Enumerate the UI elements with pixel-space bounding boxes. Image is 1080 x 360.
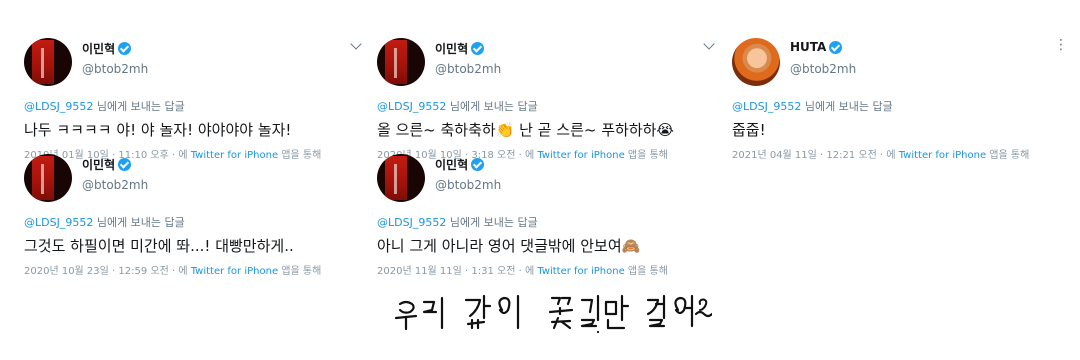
timestamp[interactable]: 2020년 11월 11일 · 1:31 오전 · 에	[377, 266, 537, 277]
tweet-header: 이민혁 @btob2mh	[24, 154, 364, 210]
avatar[interactable]	[24, 154, 72, 202]
tweet-text: 나두 ㅋㅋㅋㅋ 야! 야 놀자! 야야야야 놀자!	[24, 121, 292, 139]
handle[interactable]: @btob2mh	[790, 62, 856, 76]
verified-icon	[118, 42, 132, 55]
display-name[interactable]: HUTA	[790, 40, 826, 54]
reply-context: @LDSJ_9552 님에게 보내는 답글	[24, 214, 364, 230]
display-name[interactable]: 이민혁	[435, 156, 468, 173]
chevron-down-icon[interactable]	[703, 38, 715, 50]
tweet-meta: 2021년 04월 11일 · 12:21 오전 · 에 Twitter for…	[732, 146, 1072, 161]
source-suffix: 앱을 통해	[624, 266, 668, 277]
display-name-row[interactable]: 이민혁	[82, 40, 132, 57]
handle[interactable]: @btob2mh	[435, 178, 501, 192]
reply-context: @LDSJ_9552 님에게 보내는 답글	[377, 214, 717, 230]
avatar[interactable]	[24, 38, 72, 86]
avatar[interactable]	[377, 38, 425, 86]
tweet-header: 이민혁 @btob2mh	[377, 38, 717, 94]
source-link[interactable]: Twitter for iPhone	[191, 266, 278, 277]
display-name[interactable]: 이민혁	[82, 40, 115, 57]
display-name[interactable]: 이민혁	[82, 156, 115, 173]
tweet-header: 이민혁 @btob2mh	[24, 38, 364, 94]
chevron-down-icon[interactable]	[350, 38, 362, 50]
display-name-row[interactable]: HUTA	[790, 40, 843, 54]
avatar[interactable]	[377, 154, 425, 202]
tweet-card: 이민혁 @btob2mh @LDSJ_9552 님에게 보내는 답글 그것도 하…	[24, 154, 364, 277]
reply-mention[interactable]: @LDSJ_9552	[24, 216, 93, 229]
tweet-text: 올 으른~ 축하축하👏 난 곧 스른~ 푸하하하😭	[377, 121, 674, 139]
display-name-row[interactable]: 이민혁	[82, 156, 132, 173]
reply-suffix: 님에게 보내는 답글	[93, 100, 185, 113]
tweet-meta: 2020년 10월 23일 · 12:59 오전 · 에 Twitter for…	[24, 262, 364, 277]
source-link[interactable]: Twitter for iPhone	[537, 266, 624, 277]
handwritten-signature	[392, 290, 714, 340]
reply-context: @LDSJ_9552 님에게 보내는 답글	[24, 98, 364, 114]
reply-mention[interactable]: @LDSJ_9552	[377, 100, 446, 113]
reply-mention[interactable]: @LDSJ_9552	[732, 100, 801, 113]
reply-context: @LDSJ_9552 님에게 보내는 답글	[732, 98, 1072, 114]
avatar[interactable]	[732, 38, 780, 86]
timestamp[interactable]: 2020년 10월 23일 · 12:59 오전 · 에	[24, 266, 191, 277]
more-vertical-icon[interactable]: ⋮	[1054, 38, 1068, 52]
tweet-text: 아니 그게 아니라 영어 댓글밖에 안보여🙈	[377, 237, 641, 255]
verified-icon	[118, 158, 132, 171]
handle[interactable]: @btob2mh	[82, 62, 148, 76]
source-link[interactable]: Twitter for iPhone	[899, 150, 986, 161]
reply-context: @LDSJ_9552 님에게 보내는 답글	[377, 98, 717, 114]
tweet-card: 이민혁 @btob2mh @LDSJ_9552 님에게 보내는 답글 올 으른~…	[377, 38, 717, 161]
tweet-text: 줍줍!	[732, 121, 766, 139]
display-name-row[interactable]: 이민혁	[435, 40, 485, 57]
tweet-text: 그것도 하필이면 미간에 똬...! 대빵만하게..	[24, 237, 294, 255]
handle[interactable]: @btob2mh	[435, 62, 501, 76]
tweet-meta: 2020년 11월 11일 · 1:31 오전 · 에 Twitter for …	[377, 262, 717, 277]
reply-suffix: 님에게 보내는 답글	[446, 216, 538, 229]
reply-suffix: 님에게 보내는 답글	[446, 100, 538, 113]
reply-suffix: 님에게 보내는 답글	[93, 216, 185, 229]
reply-mention[interactable]: @LDSJ_9552	[377, 216, 446, 229]
handle[interactable]: @btob2mh	[82, 178, 148, 192]
display-name[interactable]: 이민혁	[435, 40, 468, 57]
timestamp[interactable]: 2021년 04월 11일 · 12:21 오전 · 에	[732, 150, 899, 161]
reply-mention[interactable]: @LDSJ_9552	[24, 100, 93, 113]
reply-suffix: 님에게 보내는 답글	[801, 100, 893, 113]
tweet-card: 이민혁 @btob2mh @LDSJ_9552 님에게 보내는 답글 아니 그게…	[377, 154, 717, 277]
signature-drawing	[394, 294, 714, 334]
source-suffix: 앱을 통해	[986, 150, 1030, 161]
verified-icon	[471, 158, 485, 171]
tweet-card: 이민혁 @btob2mh @LDSJ_9552 님에게 보내는 답글 나두 ㅋㅋ…	[24, 38, 364, 161]
verified-icon	[471, 42, 485, 55]
tweet-header: HUTA @btob2mh ⋮	[732, 38, 1072, 94]
display-name-row[interactable]: 이민혁	[435, 156, 485, 173]
verified-icon	[829, 40, 843, 54]
source-suffix: 앱을 통해	[278, 266, 322, 277]
tweet-card: HUTA @btob2mh ⋮ @LDSJ_9552 님에게 보내는 답글 줍줍…	[732, 38, 1072, 161]
tweet-header: 이민혁 @btob2mh	[377, 154, 717, 210]
